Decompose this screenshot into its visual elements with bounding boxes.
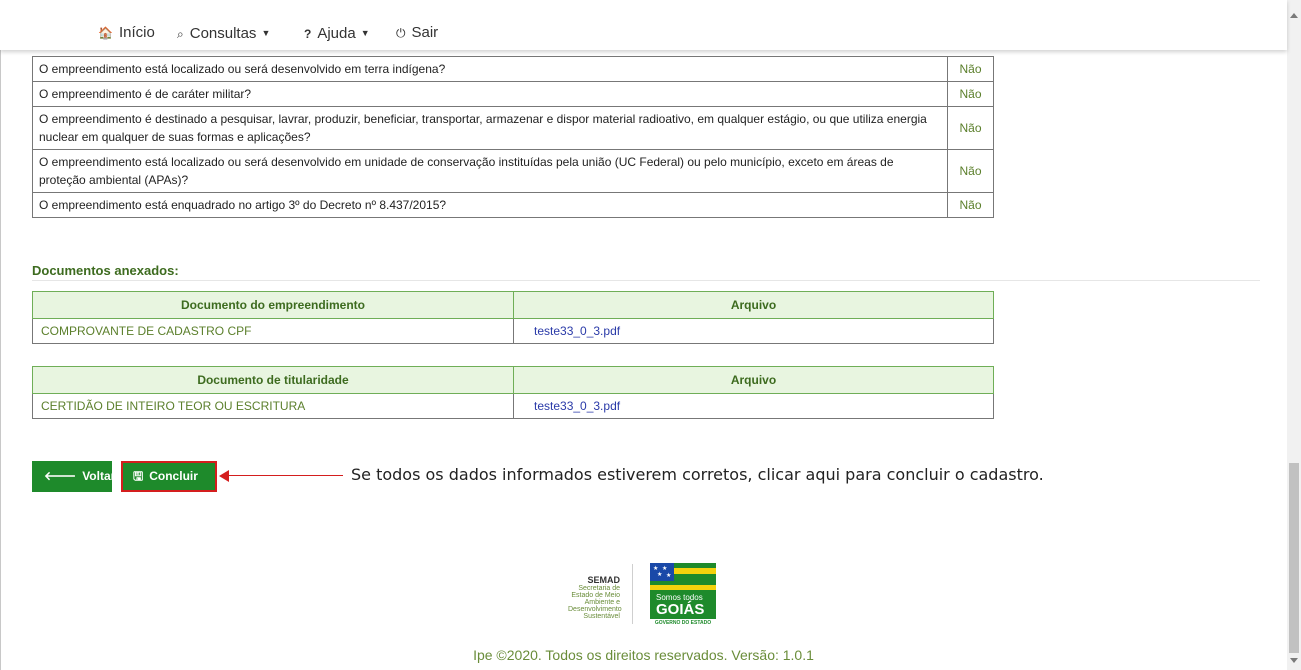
nav-ajuda-label: Ajuda: [317, 25, 356, 42]
nav-sair-label: Sair: [411, 24, 439, 41]
questions-table: O empreendimento está localizado ou será…: [32, 56, 994, 218]
nav-home[interactable]: 🏠 Início: [98, 24, 155, 42]
conclude-button[interactable]: 🖫 Concluir: [121, 461, 217, 492]
scroll-up-icon[interactable]: [1290, 13, 1298, 18]
nav-consultas[interactable]: ⌕ Consultas ▼: [177, 24, 270, 43]
documents-table-titularidade: Documento de titularidade Arquivo CERTID…: [32, 366, 994, 419]
table-header-row: Documento de titularidade Arquivo: [32, 366, 994, 394]
column-header-file: Arquivo: [513, 366, 994, 394]
footer-text: Ipe ©2020. Todos os direitos reservados.…: [473, 647, 814, 663]
goias-flag-icon: ★ ★ ★ ★: [650, 563, 674, 581]
question-text: O empreendimento está localizado ou será…: [32, 56, 948, 82]
question-answer: Não: [947, 81, 994, 107]
semad-logo-text: Secretaria de Estado de Meio Ambiente e …: [568, 585, 622, 620]
column-header-document: Documento de titularidade: [32, 366, 514, 394]
scroll-down-icon[interactable]: [1290, 658, 1298, 663]
column-header-file: Arquivo: [513, 291, 994, 319]
caret-down-icon: ▼: [360, 28, 370, 38]
nav-home-label: Início: [118, 24, 155, 41]
question-answer: Não: [947, 106, 994, 150]
goias-logo-line3: GOVERNO DO ESTADO: [654, 620, 712, 626]
table-row: COMPROVANTE DE CADASTRO CPF teste33_0_3.…: [32, 318, 994, 344]
question-answer: Não: [947, 149, 994, 193]
table-header-row: Documento do empreendimento Arquivo: [32, 291, 994, 319]
annotation-text: Se todos os dados informados estiverem c…: [351, 465, 1044, 484]
nav-ajuda[interactable]: ? Ajuda ▼: [304, 24, 370, 43]
column-header-document: Documento do empreendimento: [32, 291, 514, 319]
caret-down-icon: ▼: [261, 28, 271, 38]
question-answer: Não: [947, 56, 994, 82]
goias-flag-stripe: [650, 585, 716, 590]
nav-consultas-label: Consultas: [189, 25, 257, 42]
conclude-button-label: Concluir: [149, 469, 198, 483]
goias-logo: ★ ★ ★ ★ Somos todos GOIÁS: [650, 563, 716, 619]
question-text: O empreendimento é destinado a pesquisar…: [32, 106, 948, 150]
annotation-arrow-line: [228, 475, 343, 476]
question-answer: Não: [947, 192, 994, 218]
documents-table-empreendimento: Documento do empreendimento Arquivo COMP…: [32, 291, 994, 344]
divider: [32, 280, 1260, 281]
search-icon: ⌕: [177, 27, 184, 41]
file-link[interactable]: teste33_0_3.pdf: [513, 393, 994, 419]
scrollbar-thumb[interactable]: [1289, 463, 1299, 653]
semad-logo-title: SEMAD: [587, 575, 620, 585]
top-navbar: 🏠 Início ⌕ Consultas ▼ ? Ajuda ▼ ⏻ Sair: [0, 0, 1287, 50]
question-text: O empreendimento é de caráter militar?: [32, 81, 948, 107]
arrow-left-icon: 🡐: [44, 469, 77, 483]
table-row: O empreendimento é destinado a pesquisar…: [32, 106, 994, 150]
table-row: O empreendimento está localizado ou será…: [32, 56, 994, 82]
document-name: COMPROVANTE DE CADASTRO CPF: [32, 318, 514, 344]
logo-divider: [632, 564, 633, 624]
goias-flag-stripe: [674, 568, 716, 574]
table-row: O empreendimento é de caráter militar? N…: [32, 81, 994, 107]
semad-logo: SEMAD Secretaria de Estado de Meio Ambie…: [568, 575, 622, 621]
question-icon: ?: [304, 27, 312, 41]
vertical-scrollbar[interactable]: [1287, 0, 1301, 670]
file-link[interactable]: teste33_0_3.pdf: [513, 318, 994, 344]
document-name: CERTIDÃO DE INTEIRO TEOR OU ESCRITURA: [32, 393, 514, 419]
back-button-label: Voltar: [82, 469, 116, 483]
table-row: O empreendimento está localizado ou será…: [32, 149, 994, 193]
documents-title: Documentos anexados:: [32, 263, 179, 278]
back-button[interactable]: 🡐 Voltar: [32, 461, 116, 492]
question-text: O empreendimento está enquadrado no arti…: [32, 192, 948, 218]
question-text: O empreendimento está localizado ou será…: [32, 149, 948, 193]
table-row: CERTIDÃO DE INTEIRO TEOR OU ESCRITURA te…: [32, 393, 994, 419]
annotation-arrow-head-icon: [219, 470, 229, 482]
goias-logo-line2: GOIÁS: [656, 601, 705, 618]
save-icon: 🖫: [133, 469, 144, 483]
home-icon: 🏠: [98, 26, 113, 40]
table-row: O empreendimento está enquadrado no arti…: [32, 192, 994, 218]
nav-sair[interactable]: ⏻ Sair: [396, 24, 438, 42]
power-icon: ⏻: [396, 26, 406, 40]
